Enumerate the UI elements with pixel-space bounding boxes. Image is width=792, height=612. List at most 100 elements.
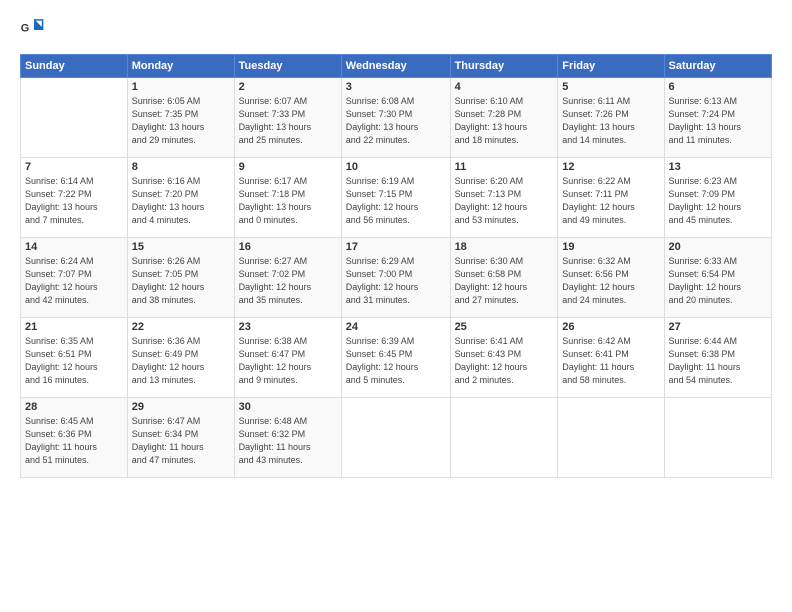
calendar-cell: 2Sunrise: 6:07 AMSunset: 7:33 PMDaylight… — [234, 78, 341, 158]
day-info: Sunrise: 6:39 AMSunset: 6:45 PMDaylight:… — [346, 335, 446, 387]
day-header-saturday: Saturday — [664, 55, 771, 78]
calendar-cell: 10 Sunrise: 6:19 AMSunset: 7:15 PMDayligh… — [341, 158, 450, 238]
day-number: 30 — [239, 401, 337, 413]
day-number: 23 — [239, 321, 337, 333]
calendar-cell: 16 Sunrise: 6:27 AMSunset: 7:02 PMDayligh… — [234, 238, 341, 318]
day-info: Sunrise: 6:26 AMSunset: 7:05 PMDaylight:… — [132, 255, 230, 307]
calendar-cell: 26Sunrise: 6:42 AMSunset: 6:41 PMDayligh… — [558, 318, 664, 398]
day-number: 8 — [132, 161, 230, 173]
day-info: Sunrise: 6:14 AMSunset: 7:22 PMDaylight:… — [25, 175, 123, 227]
day-number: 3 — [346, 81, 446, 93]
day-number: 12 — [562, 161, 659, 173]
day-info: Sunrise: 6:30 AMSunset: 6:58 PMDaylight:… — [455, 255, 554, 307]
calendar-cell: 11 Sunrise: 6:20 AMSunset: 7:13 PMDayligh… — [450, 158, 558, 238]
day-info: Sunrise: 6:36 AMSunset: 6:49 PMDaylight:… — [132, 335, 230, 387]
logo-icon: G — [20, 16, 48, 44]
day-info: Sunrise: 6:32 AMSunset: 6:56 PMDaylight:… — [562, 255, 659, 307]
calendar-cell: 6 Sunrise: 6:13 AMSunset: 7:24 PMDaylight… — [664, 78, 771, 158]
day-info: Sunrise: 6:13 AMSunset: 7:24 PMDaylight:… — [669, 95, 767, 147]
day-header-thursday: Thursday — [450, 55, 558, 78]
day-number: 7 — [25, 161, 123, 173]
calendar-cell: 1 Sunrise: 6:05 AMSunset: 7:35 PMDaylight… — [127, 78, 234, 158]
day-number: 10 — [346, 161, 446, 173]
day-number: 1 — [132, 81, 230, 93]
day-header-monday: Monday — [127, 55, 234, 78]
day-number: 9 — [239, 161, 337, 173]
day-info: Sunrise: 6:10 AMSunset: 7:28 PMDaylight:… — [455, 95, 554, 147]
day-number: 6 — [669, 81, 767, 93]
calendar-cell: 3 Sunrise: 6:08 AMSunset: 7:30 PMDaylight… — [341, 78, 450, 158]
day-info: Sunrise: 6:35 AMSunset: 6:51 PMDaylight:… — [25, 335, 123, 387]
calendar-cell: 7 Sunrise: 6:14 AMSunset: 7:22 PMDaylight… — [21, 158, 128, 238]
day-info: Sunrise: 6:11 AMSunset: 7:26 PMDaylight:… — [562, 95, 659, 147]
day-info: Sunrise: 6:19 AMSunset: 7:15 PMDaylight:… — [346, 175, 446, 227]
calendar-week-2: 7 Sunrise: 6:14 AMSunset: 7:22 PMDaylight… — [21, 158, 772, 238]
calendar-cell: 30Sunrise: 6:48 AMSunset: 6:32 PMDayligh… — [234, 398, 341, 478]
day-number: 4 — [455, 81, 554, 93]
day-number: 16 — [239, 241, 337, 253]
day-info: Sunrise: 6:07 AMSunset: 7:33 PMDaylight:… — [239, 95, 337, 147]
day-info: Sunrise: 6:27 AMSunset: 7:02 PMDaylight:… — [239, 255, 337, 307]
calendar-cell: 8 Sunrise: 6:16 AMSunset: 7:20 PMDaylight… — [127, 158, 234, 238]
day-number: 15 — [132, 241, 230, 253]
calendar-cell: 23 Sunrise: 6:38 AMSunset: 6:47 PMDayligh… — [234, 318, 341, 398]
day-number: 13 — [669, 161, 767, 173]
day-info: Sunrise: 6:44 AMSunset: 6:38 PMDaylight:… — [669, 335, 767, 387]
day-info: Sunrise: 6:33 AMSunset: 6:54 PMDaylight:… — [669, 255, 767, 307]
day-number: 24 — [346, 321, 446, 333]
day-number: 11 — [455, 161, 554, 173]
calendar-cell: 28 Sunrise: 6:45 AMSunset: 6:36 PMDayligh… — [21, 398, 128, 478]
day-info: Sunrise: 6:23 AMSunset: 7:09 PMDaylight:… — [669, 175, 767, 227]
calendar-cell: 18 Sunrise: 6:30 AMSunset: 6:58 PMDayligh… — [450, 238, 558, 318]
calendar-cell — [450, 398, 558, 478]
day-number: 28 — [25, 401, 123, 413]
page-header: G — [20, 16, 772, 44]
calendar-cell — [21, 78, 128, 158]
day-header-sunday: Sunday — [21, 55, 128, 78]
day-info: Sunrise: 6:22 AMSunset: 7:11 PMDaylight:… — [562, 175, 659, 227]
day-info: Sunrise: 6:16 AMSunset: 7:20 PMDaylight:… — [132, 175, 230, 227]
day-number: 18 — [455, 241, 554, 253]
calendar-cell — [664, 398, 771, 478]
calendar-week-5: 28 Sunrise: 6:45 AMSunset: 6:36 PMDayligh… — [21, 398, 772, 478]
day-info: Sunrise: 6:42 AMSunset: 6:41 PMDaylight:… — [562, 335, 659, 387]
calendar-cell: 25 Sunrise: 6:41 AMSunset: 6:43 PMDayligh… — [450, 318, 558, 398]
day-info: Sunrise: 6:20 AMSunset: 7:13 PMDaylight:… — [455, 175, 554, 227]
calendar-header-row: SundayMondayTuesdayWednesdayThursdayFrid… — [21, 55, 772, 78]
calendar-cell — [341, 398, 450, 478]
calendar-cell: 5 Sunrise: 6:11 AMSunset: 7:26 PMDaylight… — [558, 78, 664, 158]
calendar-cell: 9Sunrise: 6:17 AMSunset: 7:18 PMDaylight… — [234, 158, 341, 238]
calendar-cell: 24 Sunrise: 6:39 AMSunset: 6:45 PMDayligh… — [341, 318, 450, 398]
day-number: 22 — [132, 321, 230, 333]
day-number: 25 — [455, 321, 554, 333]
day-info: Sunrise: 6:24 AMSunset: 7:07 PMDaylight:… — [25, 255, 123, 307]
calendar-cell: 29Sunrise: 6:47 AMSunset: 6:34 PMDayligh… — [127, 398, 234, 478]
calendar-cell: 13 Sunrise: 6:23 AMSunset: 7:09 PMDayligh… — [664, 158, 771, 238]
svg-text:G: G — [21, 23, 29, 35]
day-number: 14 — [25, 241, 123, 253]
calendar-cell: 20Sunrise: 6:33 AMSunset: 6:54 PMDayligh… — [664, 238, 771, 318]
calendar-cell — [558, 398, 664, 478]
calendar-cell: 4 Sunrise: 6:10 AMSunset: 7:28 PMDaylight… — [450, 78, 558, 158]
calendar-cell: 27 Sunrise: 6:44 AMSunset: 6:38 PMDayligh… — [664, 318, 771, 398]
calendar-cell: 15 Sunrise: 6:26 AMSunset: 7:05 PMDayligh… — [127, 238, 234, 318]
calendar-week-3: 14 Sunrise: 6:24 AMSunset: 7:07 PMDayligh… — [21, 238, 772, 318]
calendar-week-1: 1 Sunrise: 6:05 AMSunset: 7:35 PMDaylight… — [21, 78, 772, 158]
calendar-table: SundayMondayTuesdayWednesdayThursdayFrid… — [20, 54, 772, 478]
day-info: Sunrise: 6:38 AMSunset: 6:47 PMDaylight:… — [239, 335, 337, 387]
day-info: Sunrise: 6:08 AMSunset: 7:30 PMDaylight:… — [346, 95, 446, 147]
day-number: 21 — [25, 321, 123, 333]
day-number: 17 — [346, 241, 446, 253]
day-number: 5 — [562, 81, 659, 93]
day-info: Sunrise: 6:45 AMSunset: 6:36 PMDaylight:… — [25, 415, 123, 467]
day-header-tuesday: Tuesday — [234, 55, 341, 78]
day-header-wednesday: Wednesday — [341, 55, 450, 78]
calendar-cell: 19Sunrise: 6:32 AMSunset: 6:56 PMDayligh… — [558, 238, 664, 318]
calendar-cell: 14 Sunrise: 6:24 AMSunset: 7:07 PMDayligh… — [21, 238, 128, 318]
day-info: Sunrise: 6:05 AMSunset: 7:35 PMDaylight:… — [132, 95, 230, 147]
day-info: Sunrise: 6:41 AMSunset: 6:43 PMDaylight:… — [455, 335, 554, 387]
day-number: 27 — [669, 321, 767, 333]
day-header-friday: Friday — [558, 55, 664, 78]
calendar-cell: 17Sunrise: 6:29 AMSunset: 7:00 PMDayligh… — [341, 238, 450, 318]
logo: G — [20, 16, 52, 44]
